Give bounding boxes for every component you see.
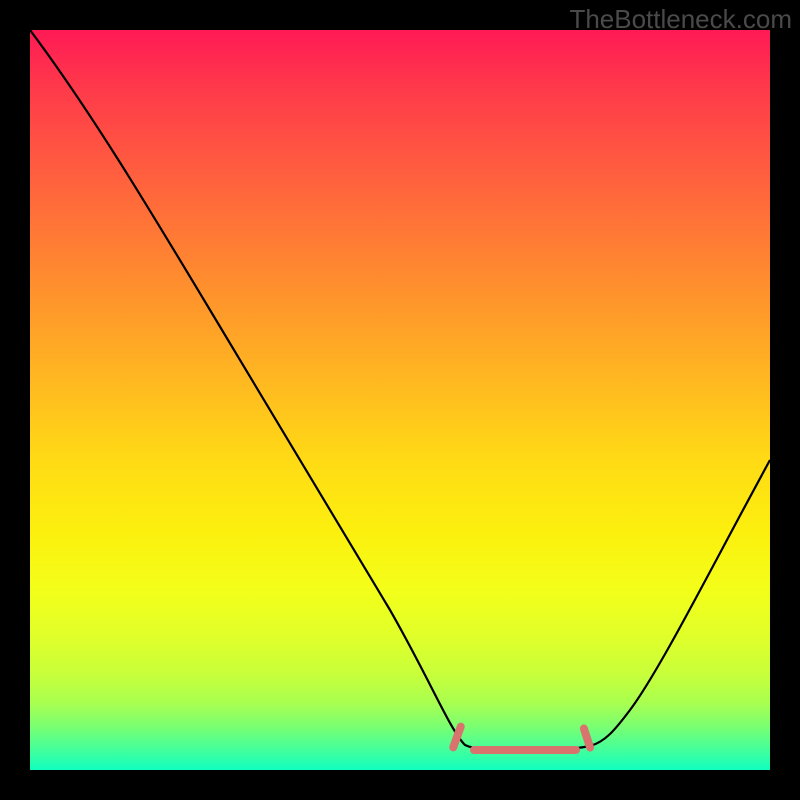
chart-bottom-bar	[0, 770, 800, 800]
highlight-flat-segment	[470, 746, 580, 754]
chart-curve-svg	[30, 30, 770, 770]
watermark-text: TheBottleneck.com	[569, 4, 792, 35]
chart-plot-area	[30, 30, 770, 770]
bottleneck-curve	[30, 30, 770, 750]
